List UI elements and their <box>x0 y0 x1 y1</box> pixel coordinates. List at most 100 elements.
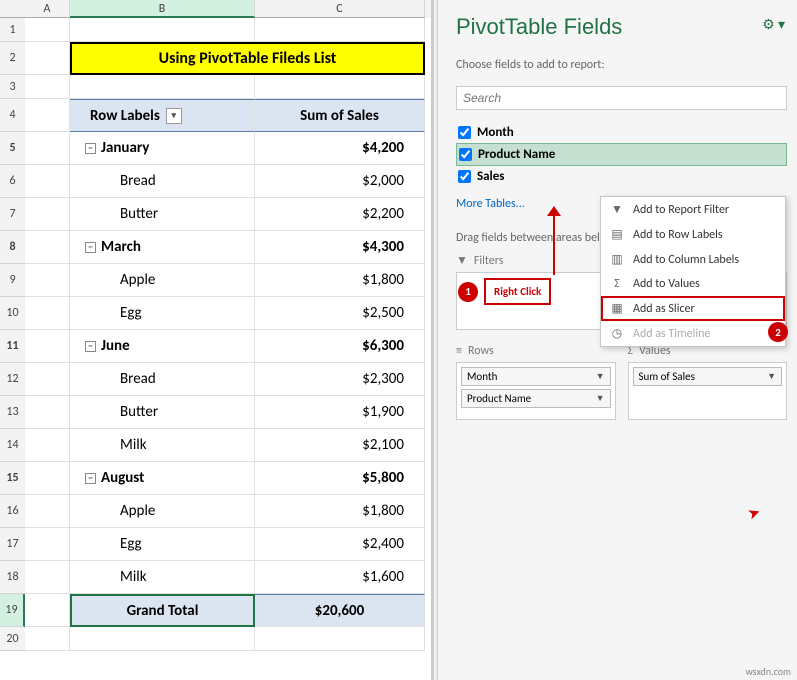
field-sales[interactable]: Sales <box>456 166 787 187</box>
item-value[interactable]: $2,000 <box>255 165 425 198</box>
rows-pill-month[interactable]: Month▼ <box>461 367 611 386</box>
item-value[interactable]: $2,300 <box>255 363 425 396</box>
item-label[interactable]: Bread <box>70 165 255 198</box>
filter-icon: ▼ <box>609 202 625 217</box>
annotation-arrow <box>553 210 555 275</box>
rows-dropzone[interactable]: Month▼ Product Name▼ <box>456 362 616 420</box>
field-checkbox[interactable] <box>458 170 471 183</box>
columns-icon: ▥ <box>609 252 625 267</box>
sum-sales-header: Sum of Sales <box>255 99 425 132</box>
row-header[interactable]: 8 <box>0 231 25 264</box>
month-total[interactable]: $4,300 <box>255 231 425 264</box>
month-label[interactable]: August <box>101 469 144 487</box>
gear-icon[interactable]: ⚙ ▾ <box>762 16 785 33</box>
row-header[interactable]: 17 <box>0 528 25 561</box>
item-label[interactable]: Butter <box>70 198 255 231</box>
row-header[interactable]: 6 <box>0 165 25 198</box>
month-total[interactable]: $6,300 <box>255 330 425 363</box>
row-header[interactable]: 3 <box>0 75 25 99</box>
item-value[interactable]: $1,600 <box>255 561 425 594</box>
grid-body: 1 2 Using PivotTable Fileds List 3 4 Row… <box>0 18 431 651</box>
field-checkbox[interactable] <box>459 148 472 161</box>
ctx-add-row-labels[interactable]: ▤Add to Row Labels <box>601 222 785 247</box>
row-header[interactable]: 1 <box>0 18 25 42</box>
col-header-B[interactable]: B <box>70 0 255 18</box>
row-header[interactable]: 4 <box>0 99 25 132</box>
row-header[interactable]: 19 <box>0 594 25 627</box>
rows-area-header: ≡Rows <box>456 344 616 358</box>
item-value[interactable]: $1,800 <box>255 264 425 297</box>
item-label[interactable]: Apple <box>70 264 255 297</box>
search-input[interactable] <box>456 86 787 110</box>
ctx-add-column-labels[interactable]: ▥Add to Column Labels <box>601 247 785 272</box>
grand-total-value[interactable]: $20,600 <box>255 594 425 627</box>
month-label[interactable]: June <box>101 337 130 355</box>
field-month[interactable]: Month <box>456 122 787 143</box>
month-label[interactable]: January <box>101 139 149 157</box>
item-value[interactable]: $2,100 <box>255 429 425 462</box>
month-total[interactable]: $4,200 <box>255 132 425 165</box>
rows-icon: ▤ <box>609 227 625 242</box>
row-header[interactable]: 12 <box>0 363 25 396</box>
grand-total-label[interactable]: Grand Total <box>70 594 255 627</box>
filters-area-header: ▼Filters <box>456 253 616 268</box>
item-value[interactable]: $2,500 <box>255 297 425 330</box>
annotation-arrow-head <box>547 206 561 216</box>
collapse-icon[interactable]: − <box>85 242 96 253</box>
row-header[interactable]: 5 <box>0 132 25 165</box>
collapse-icon[interactable]: − <box>85 473 96 484</box>
row-header[interactable]: 7 <box>0 198 25 231</box>
timeline-icon: ◷ <box>609 326 625 341</box>
annotation-text: Right Click <box>484 278 551 305</box>
row-header[interactable]: 11 <box>0 330 25 363</box>
values-pill-sumsales[interactable]: Sum of Sales▼ <box>633 367 783 386</box>
field-checkbox[interactable] <box>458 126 471 139</box>
row-labels-dropdown[interactable]: ▾ <box>166 108 182 124</box>
item-label[interactable]: Milk <box>70 561 255 594</box>
month-total[interactable]: $5,800 <box>255 462 425 495</box>
item-label[interactable]: Milk <box>70 429 255 462</box>
row-header[interactable]: 2 <box>0 42 25 75</box>
ctx-add-report-filter[interactable]: ▼Add to Report Filter <box>601 197 785 222</box>
field-product-name[interactable]: Product Name <box>456 143 787 166</box>
values-dropzone[interactable]: Sum of Sales▼ <box>628 362 788 420</box>
chevron-down-icon[interactable]: ▼ <box>596 371 605 382</box>
annotation-right-click: 1 Right Click <box>458 278 551 305</box>
item-value[interactable]: $2,200 <box>255 198 425 231</box>
item-label[interactable]: Butter <box>70 396 255 429</box>
collapse-icon[interactable]: − <box>85 341 96 352</box>
row-header[interactable]: 16 <box>0 495 25 528</box>
row-header[interactable]: 15 <box>0 462 25 495</box>
annotation-badge-1: 1 <box>458 282 478 302</box>
ctx-add-slicer[interactable]: ▦Add as Slicer <box>601 296 785 321</box>
col-header-C[interactable]: C <box>255 0 425 18</box>
row-header[interactable]: 9 <box>0 264 25 297</box>
row-header[interactable]: 13 <box>0 396 25 429</box>
row-header[interactable]: 20 <box>0 627 25 651</box>
item-label[interactable]: Bread <box>70 363 255 396</box>
item-value[interactable]: $1,800 <box>255 495 425 528</box>
rows-pill-product[interactable]: Product Name▼ <box>461 389 611 408</box>
row-header[interactable]: 18 <box>0 561 25 594</box>
fields-list: Month Product Name Sales <box>456 122 787 187</box>
collapse-icon[interactable]: − <box>85 143 96 154</box>
item-value[interactable]: $2,400 <box>255 528 425 561</box>
ctx-add-values[interactable]: ΣAdd to Values <box>601 272 785 296</box>
field-label: Product Name <box>478 147 555 162</box>
slicer-icon: ▦ <box>609 301 625 316</box>
watermark: wsxdn.com <box>746 665 791 678</box>
chevron-down-icon[interactable]: ▼ <box>596 393 605 404</box>
item-value[interactable]: $1,900 <box>255 396 425 429</box>
filter-icon: ▼ <box>456 253 468 268</box>
rows-icon: ≡ <box>456 344 462 358</box>
row-header[interactable]: 10 <box>0 297 25 330</box>
month-label[interactable]: March <box>101 238 141 256</box>
col-header-A[interactable]: A <box>25 0 70 18</box>
item-label[interactable]: Apple <box>70 495 255 528</box>
select-all-corner[interactable] <box>0 0 25 18</box>
row-header[interactable]: 14 <box>0 429 25 462</box>
title-cell[interactable]: Using PivotTable Fileds List <box>70 42 425 75</box>
chevron-down-icon[interactable]: ▼ <box>767 371 776 382</box>
item-label[interactable]: Egg <box>70 528 255 561</box>
item-label[interactable]: Egg <box>70 297 255 330</box>
